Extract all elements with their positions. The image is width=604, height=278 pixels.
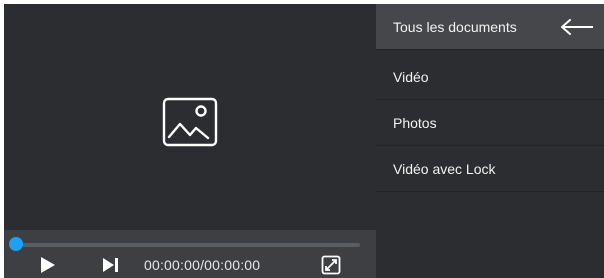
image-placeholder-icon (162, 97, 218, 147)
video-display-area[interactable] (4, 4, 376, 230)
next-button[interactable] (100, 255, 122, 275)
document-filter-menu: Tous les documents Vidéo Photos Vidéo av… (376, 4, 604, 278)
menu-item-label: Tous les documents (393, 18, 517, 35)
progress-knob[interactable] (9, 237, 23, 251)
menu-item-photos[interactable]: Photos (376, 100, 604, 146)
menu-item-all-documents[interactable]: Tous les documents (376, 4, 604, 50)
player-controls: 00:00:00/00:00:00 (4, 230, 376, 278)
app-window: 00:00:00/00:00:00 Tous les documents Vid… (0, 0, 604, 278)
video-player: 00:00:00/00:00:00 (4, 4, 376, 278)
menu-item-video[interactable]: Vidéo (376, 54, 604, 100)
play-icon (41, 257, 55, 273)
progress-bar[interactable] (16, 243, 360, 247)
time-display: 00:00:00/00:00:00 (144, 257, 261, 273)
fullscreen-button[interactable] (320, 255, 342, 275)
fullscreen-icon (321, 255, 341, 275)
menu-item-label: Photos (393, 114, 437, 131)
menu-item-label: Vidéo avec Lock (393, 160, 496, 177)
menu-item-video-lock[interactable]: Vidéo avec Lock (376, 146, 604, 192)
menu-item-label: Vidéo (393, 68, 429, 85)
back-arrow-icon[interactable] (560, 19, 594, 35)
skip-next-icon (103, 258, 118, 272)
play-button[interactable] (37, 255, 59, 275)
